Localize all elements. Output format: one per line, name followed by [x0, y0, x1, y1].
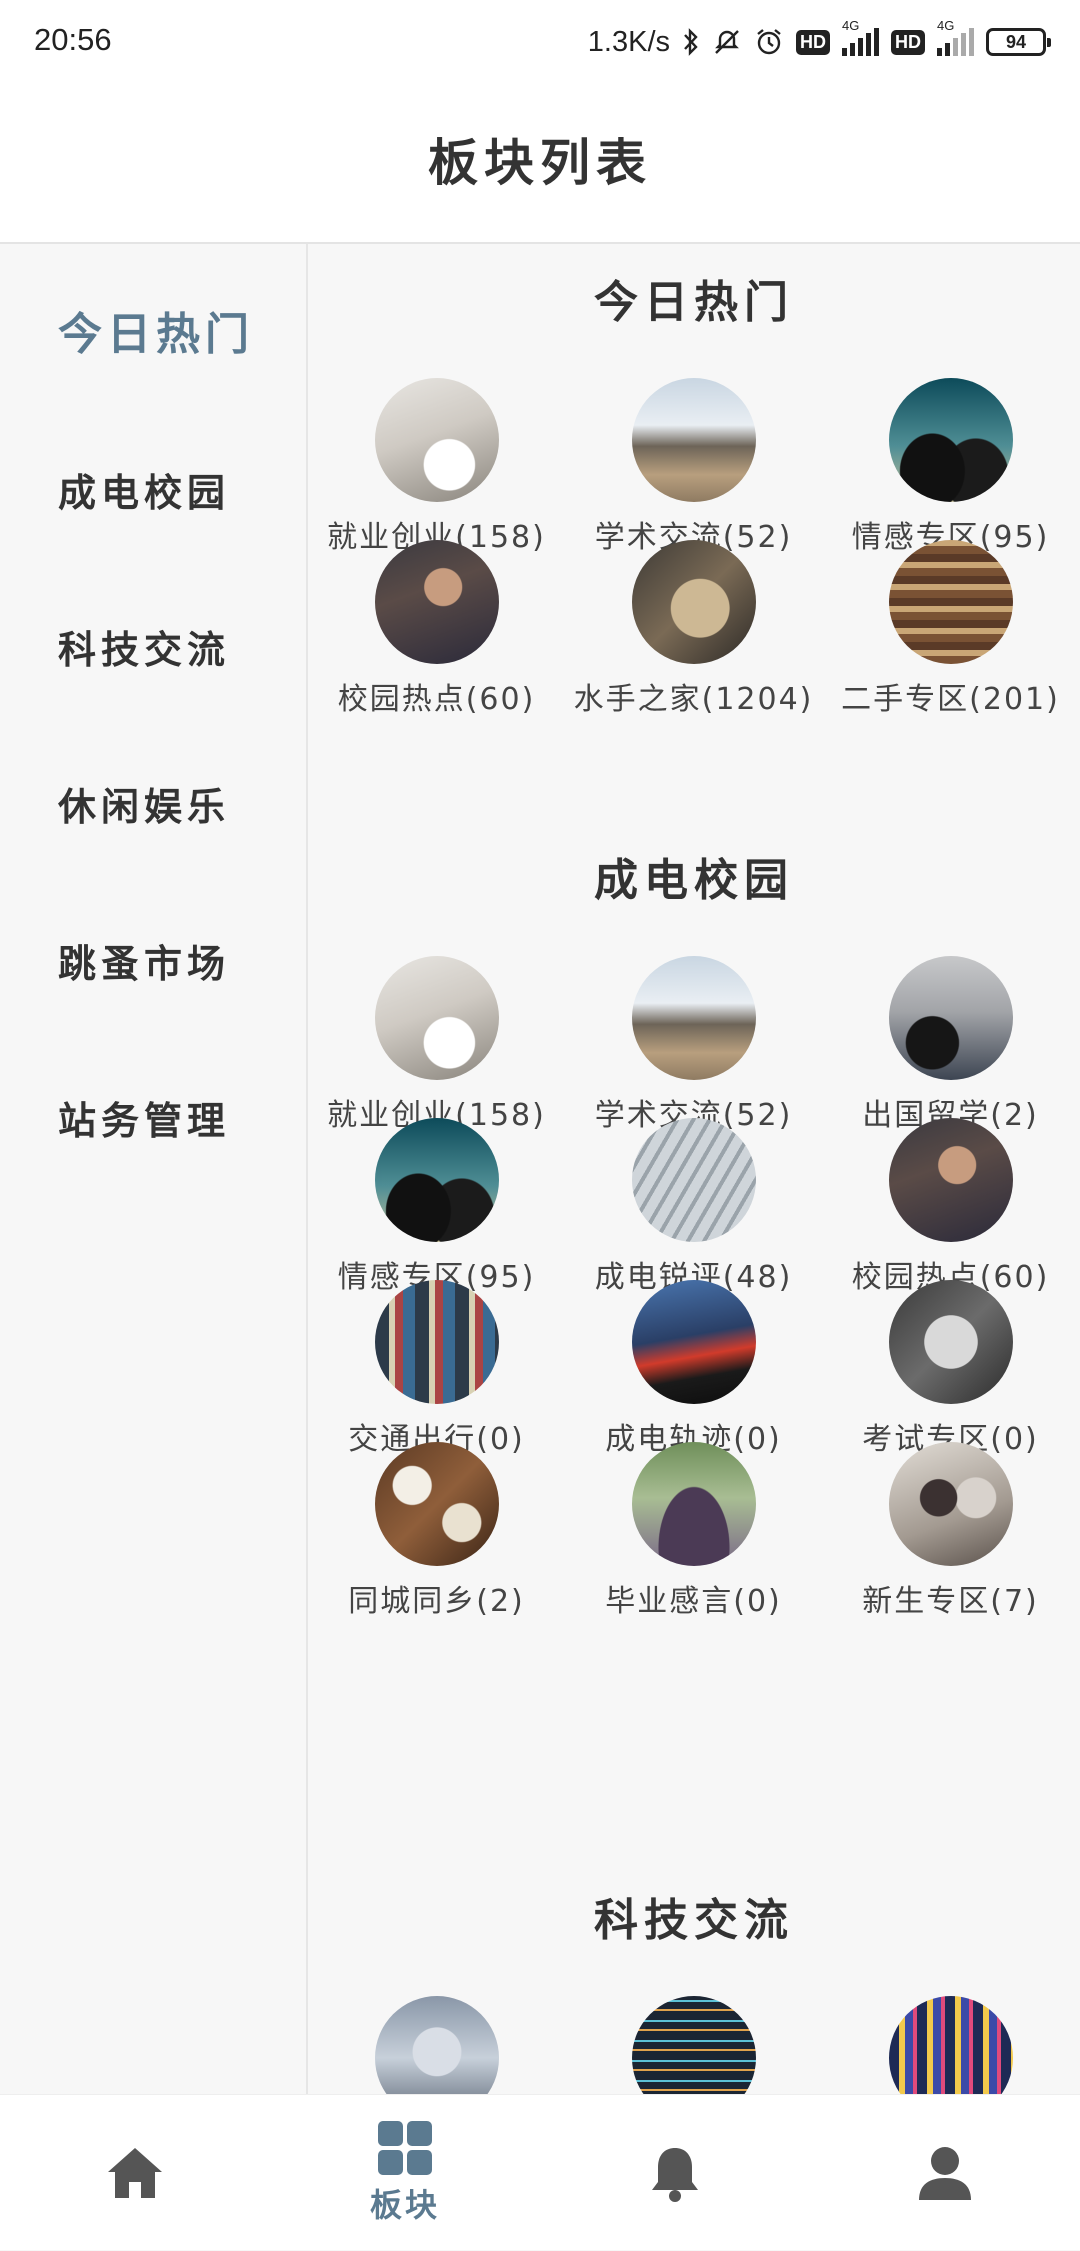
board-item[interactable]: 情感专区(95) [822, 378, 1079, 556]
tab-boards[interactable]: 板块 [270, 2095, 540, 2251]
board-item[interactable]: 情感专区(95) [308, 1118, 565, 1296]
status-bar: 20:56 1.3K/s HD 4G HD 4G 94 [0, 0, 1080, 86]
meeting-photo [631, 378, 756, 502]
tab-label: 板块 [369, 2186, 440, 2224]
board-item[interactable]: 就业创业(158) [308, 378, 565, 556]
rope-photo [631, 540, 756, 664]
home-icon [108, 2148, 162, 2198]
board-label: 同城同乡(2) [348, 1584, 525, 1619]
traffic-photo [374, 1280, 499, 1404]
section-title: 科技交流 [594, 1895, 794, 1946]
board-item[interactable]: 成电锐评(48) [565, 1118, 822, 1296]
couple-photo [374, 1118, 499, 1242]
grid-icon [378, 2121, 432, 2175]
board-item[interactable]: 水手之家(1204) [565, 540, 822, 718]
sidebar-item-admin[interactable]: 站务管理 [58, 1090, 230, 1145]
board-item[interactable]: 学术交流(52) [565, 378, 822, 556]
student-photo [374, 540, 499, 664]
battery-icon: 94 [986, 28, 1051, 56]
app-header: 板块列表 [0, 86, 1080, 244]
couple-photo [888, 378, 1013, 502]
sidebar-item-leisure[interactable]: 休闲娱乐 [58, 776, 230, 831]
sidebar-item-market[interactable]: 跳蚤市场 [58, 933, 230, 988]
board-item[interactable]: 出国留学(2) [822, 956, 1079, 1134]
hd-badge: HD [796, 29, 830, 55]
board-item[interactable]: 就业创业(158) [308, 956, 565, 1134]
status-icons: 1.3K/s HD 4G HD 4G 94 [587, 18, 1051, 62]
board-label: 二手专区(201) [841, 682, 1060, 717]
status-time: 20:56 [34, 22, 112, 57]
bottom-tab-bar: 板块 [0, 2094, 1080, 2250]
board-item[interactable]: 学术交流(52) [565, 956, 822, 1134]
tab-profile[interactable] [810, 2095, 1080, 2251]
tab-home[interactable] [0, 2095, 270, 2251]
net-speed: 1.3K/s [587, 25, 670, 58]
page-title: 板块列表 [428, 134, 652, 192]
category-sidebar: 今日热门 成电校园 科技交流 休闲娱乐 跳蚤市场 站务管理 [0, 244, 308, 2094]
mute-icon [712, 27, 742, 57]
board-list: 今日热门 成电校园 科技交流 就业创业(158) 学术交流(52) 情感专区(95)… [308, 244, 1080, 2094]
section-title: 成电校园 [594, 855, 794, 906]
sidebar-item-campus[interactable]: 成电校园 [58, 462, 230, 517]
robot-photo [374, 1996, 499, 2094]
alarm-icon [754, 27, 784, 57]
graduation-photo [631, 1442, 756, 1566]
section-title: 今日热门 [594, 277, 794, 328]
student-photo [888, 1118, 1013, 1242]
board-label: 毕业感言(0) [605, 1584, 782, 1619]
board-label: 水手之家(1204) [573, 682, 814, 717]
server-photo [888, 1996, 1013, 2094]
board-item[interactable] [822, 1996, 1079, 2094]
bluetooth-icon [682, 27, 700, 57]
hd-badge: HD [891, 29, 925, 55]
tab-notifications[interactable] [540, 2095, 810, 2251]
sidebar-item-hot-today[interactable]: 今日热门 [58, 298, 254, 362]
gallery-photo [888, 956, 1013, 1080]
board-item[interactable]: 同城同乡(2) [308, 1442, 565, 1620]
board-item[interactable]: 成电轨迹(0) [565, 1280, 822, 1458]
board-item[interactable]: 交通出行(0) [308, 1280, 565, 1458]
bell-icon [652, 2148, 698, 2202]
board-item[interactable]: 毕业感言(0) [565, 1442, 822, 1620]
sidebar-item-tech[interactable]: 科技交流 [58, 619, 230, 674]
board-item[interactable]: 校园热点(60) [308, 540, 565, 718]
laptop-photo [374, 378, 499, 502]
freshmen-photo [888, 1442, 1013, 1566]
laptop-photo [374, 956, 499, 1080]
dining-photo [374, 1442, 499, 1566]
board-label: 校园热点(60) [337, 682, 536, 717]
code-photo [631, 1996, 756, 2094]
board-item[interactable]: 新生专区(7) [822, 1442, 1079, 1620]
board-item[interactable] [308, 1996, 565, 2094]
signal-icon: 4G [842, 18, 879, 56]
board-item[interactable] [565, 1996, 822, 2094]
meeting-photo [631, 956, 756, 1080]
books-photo [888, 540, 1013, 664]
newspaper-photo [631, 1118, 756, 1242]
test-photo [888, 1280, 1013, 1404]
board-label: 新生专区(7) [862, 1584, 1039, 1619]
user-icon [919, 2147, 971, 2200]
light-trail-photo [631, 1280, 756, 1404]
board-item[interactable]: 校园热点(60) [822, 1118, 1079, 1296]
board-item[interactable]: 二手专区(201) [822, 540, 1079, 718]
battery-level: 94 [1005, 31, 1027, 52]
board-item[interactable]: 考试专区(0) [822, 1280, 1079, 1458]
signal-icon: 4G [937, 18, 974, 56]
